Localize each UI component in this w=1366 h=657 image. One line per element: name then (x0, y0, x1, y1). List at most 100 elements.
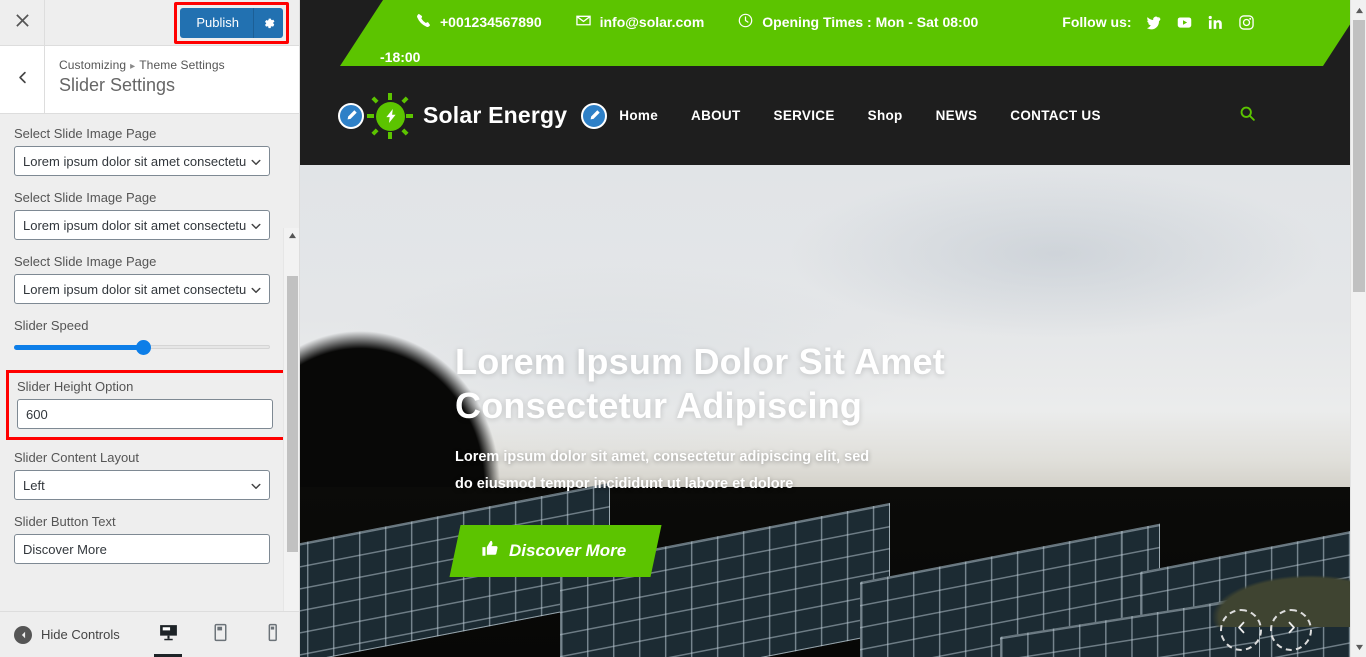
topbar-hours-wrap: -18:00 (380, 49, 421, 65)
topbar-phone[interactable]: +001234567890 (416, 13, 542, 31)
edit-logo-shortcut-icon[interactable] (338, 102, 364, 129)
customizer-footer: Hide Controls (0, 611, 299, 657)
youtube-icon[interactable] (1177, 15, 1192, 30)
hide-controls-button[interactable]: Hide Controls (14, 625, 120, 644)
select-value: Lorem ipsum dolor sit amet consectetur (23, 153, 251, 169)
control-label: Slider Content Layout (14, 450, 140, 465)
discover-more-button[interactable]: Discover More (449, 524, 662, 577)
slider-button-text-input[interactable]: Discover More (14, 534, 270, 564)
slider-height-option-highlight: Slider Height Option 600 (6, 370, 293, 440)
envelope-icon (575, 13, 591, 31)
customizer-topbar: Publish (0, 0, 299, 46)
desktop-icon (158, 622, 179, 648)
device-tablet-button[interactable] (205, 612, 235, 657)
edit-menu-shortcut-icon[interactable] (581, 102, 608, 129)
control-slider-height-option: Slider Height Option 600 (17, 379, 282, 429)
publish-button-label: Publish (196, 14, 239, 30)
slider-content-layout-select[interactable]: Left (14, 470, 270, 500)
scroll-up-arrow[interactable] (284, 228, 299, 242)
browser-scroll-down-arrow[interactable] (1351, 639, 1366, 655)
hide-controls-label: Hide Controls (41, 627, 120, 642)
customizer-controls: Select Slide Image Page Lorem ipsum dolo… (0, 114, 299, 611)
device-mobile-button[interactable] (257, 612, 287, 657)
chevron-left-icon (1235, 621, 1248, 639)
sidebar-scrollbar[interactable] (283, 228, 299, 611)
nav-item-about[interactable]: ABOUT (691, 108, 741, 123)
control-select-slide-image-page-3: Select Slide Image Page Lorem ipsum dolo… (14, 254, 285, 304)
breadcrumb-parent: Theme Settings (139, 58, 225, 72)
chevron-left-icon (16, 71, 29, 89)
topbar-email[interactable]: info@solar.com (575, 13, 705, 31)
range-knob[interactable] (136, 340, 151, 355)
publish-button[interactable]: Publish (180, 7, 283, 38)
breadcrumb-separator: ▸ (130, 61, 136, 72)
twitter-icon[interactable] (1146, 15, 1161, 30)
tablet-icon (210, 622, 231, 648)
topbar-row: +001234567890 info@solar.com Opening Tim… (416, 13, 1270, 31)
publish-highlight: Publish (174, 1, 289, 44)
hero-paragraph: Lorem ipsum dolor sit amet, consectetur … (455, 448, 870, 493)
slider-prev-button[interactable] (1220, 609, 1262, 651)
input-value: 600 (26, 406, 48, 422)
select-slide-image-page-1[interactable]: Lorem ipsum dolor sit amet consectetur (14, 146, 270, 176)
follow-label: Follow us: (1062, 14, 1132, 30)
back-button[interactable] (0, 46, 45, 113)
slider-height-option-input[interactable]: 600 (17, 399, 273, 429)
select-slide-image-page-2[interactable]: Lorem ipsum dolor sit amet consectetur (14, 210, 270, 240)
close-customizer-button[interactable] (0, 0, 45, 45)
topbar-phone-text: +001234567890 (440, 14, 542, 30)
gear-icon[interactable] (253, 7, 283, 38)
control-slider-speed: Slider Speed (14, 318, 285, 356)
nav-item-service[interactable]: SERVICE (774, 108, 835, 123)
sidebar-scrollbar-thumb[interactable] (287, 276, 298, 552)
site-navbar: Solar Energy Home ABOUT SERVICE Shop NEW… (300, 66, 1350, 165)
bolt-icon (376, 101, 405, 131)
device-desktop-button[interactable] (153, 612, 183, 657)
nav-item-contact-us[interactable]: CONTACT US (1010, 108, 1101, 123)
control-label: Select Slide Image Page (14, 254, 157, 269)
hero-slider-nav (1220, 609, 1312, 651)
control-label: Slider Speed (14, 318, 89, 333)
search-icon[interactable] (1239, 105, 1256, 127)
sun-bolt-logo-icon (367, 92, 413, 139)
chevron-down-icon (246, 471, 262, 499)
site-topbar: +001234567890 info@solar.com Opening Tim… (300, 0, 1350, 66)
close-icon (15, 13, 30, 33)
topbar-hours-text: Opening Times : Mon - Sat 08:00 (762, 14, 979, 30)
control-label: Slider Height Option (17, 379, 134, 394)
primary-menu: Home ABOUT SERVICE Shop NEWS CONTACT US (619, 108, 1134, 123)
control-slider-button-text: Slider Button Text Discover More (14, 514, 285, 564)
chevron-right-icon (1285, 621, 1298, 639)
control-label: Select Slide Image Page (14, 190, 157, 205)
input-value: Discover More (23, 541, 107, 557)
site-brand[interactable]: Solar Energy (423, 102, 567, 129)
breadcrumb: Customizing ▸ Theme Settings (59, 58, 225, 72)
linkedin-icon[interactable] (1208, 15, 1223, 30)
phone-icon (416, 13, 431, 31)
select-value: Lorem ipsum dolor sit amet consectetur (23, 281, 251, 297)
hero-button-wrap: Discover More (449, 524, 1075, 577)
device-preview-switcher (153, 612, 287, 657)
site-header: +001234567890 info@solar.com Opening Tim… (300, 0, 1350, 165)
browser-scrollbar[interactable] (1350, 0, 1366, 657)
topbar-email-text: info@solar.com (599, 14, 705, 30)
chevron-down-icon (246, 147, 262, 175)
nav-item-home[interactable]: Home (619, 108, 658, 123)
control-label: Slider Button Text (14, 514, 116, 529)
discover-more-label: Discover More (509, 540, 627, 560)
mobile-icon (262, 622, 283, 648)
site-preview: +001234567890 info@solar.com Opening Tim… (300, 0, 1350, 657)
instagram-icon[interactable] (1238, 14, 1254, 30)
topbar-hours: Opening Times : Mon - Sat 08:00 (738, 13, 978, 31)
control-label: Select Slide Image Page (14, 126, 157, 141)
browser-scroll-up-arrow[interactable] (1351, 2, 1366, 18)
control-select-slide-image-page-1: Select Slide Image Page Lorem ipsum dolo… (14, 126, 285, 176)
range-fill (14, 345, 144, 350)
nav-item-shop[interactable]: Shop (868, 108, 903, 123)
nav-item-news[interactable]: NEWS (936, 108, 978, 123)
browser-scrollbar-thumb[interactable] (1353, 20, 1365, 292)
slider-speed-range[interactable] (14, 338, 270, 356)
select-slide-image-page-3[interactable]: Lorem ipsum dolor sit amet consectetur (14, 274, 270, 304)
slider-next-button[interactable] (1270, 609, 1312, 651)
chevron-down-icon (246, 211, 262, 239)
